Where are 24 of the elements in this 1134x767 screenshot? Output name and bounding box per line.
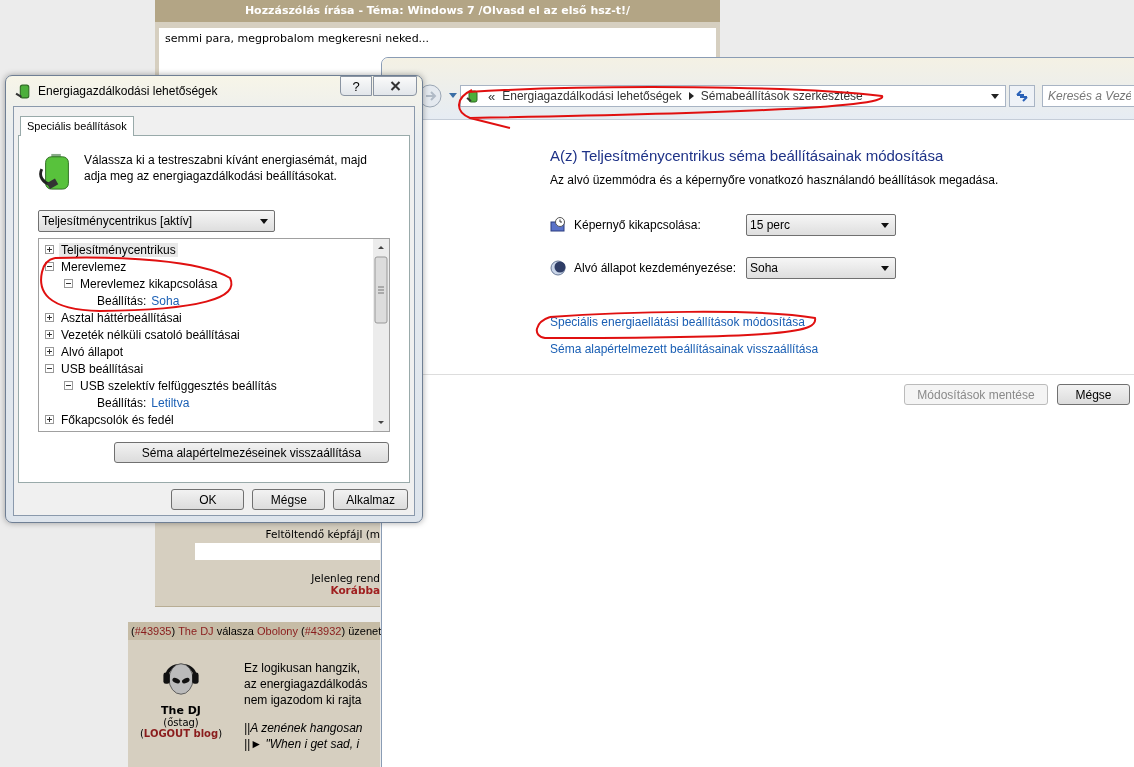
setting-label: Beállítás: (97, 395, 147, 410)
page-subtitle: Az alvó üzemmódra és a képernyőre vonatkozó használandó beállítások megadása. (550, 173, 1000, 187)
post-text-line: Ez logikusan hangzik, (244, 660, 362, 676)
forum-title-bar: Hozzászólás írása - Téma: Windows 7 /Olvasd el az első hsz-t!/ (155, 0, 720, 22)
post-text-line: nem igazodom ki rajta (244, 692, 363, 708)
post-text-line: az energiagazdálkodás (244, 676, 368, 692)
header-text: ) üzenet (341, 624, 382, 639)
header-text: válasza (215, 624, 255, 639)
signature-line: ||► "When i get sad, i (244, 736, 361, 752)
header-text: ( (131, 624, 135, 639)
setting-label: Beállítás: (97, 293, 147, 308)
page-heading: A(z) Teljesítménycentrikus séma beállításainak módosítása (550, 147, 945, 164)
description-text: Válassza ki a testreszabni kívánt energiasémát, majd adja meg az energiagazdálkodási beállításokat. (84, 152, 368, 184)
header-text: ) (171, 624, 177, 639)
header-text: ( (300, 624, 305, 639)
author-rank: (őstag) (163, 717, 199, 728)
status-text: Jelenleg rend (309, 572, 380, 584)
setting-label: Képernyő kikapcsolása: (574, 218, 702, 232)
upload-label: Feltöltendő képfájl (m (264, 528, 380, 540)
window-title: Energiagazdálkodási lehetőségek (38, 84, 218, 98)
blog-bracket: ) (218, 728, 223, 739)
signature-line: ||A zenének hangosan (244, 720, 364, 736)
blog-bracket: ( (139, 728, 144, 739)
setting-label: Alvó állapot kezdeményezése: (574, 261, 738, 275)
